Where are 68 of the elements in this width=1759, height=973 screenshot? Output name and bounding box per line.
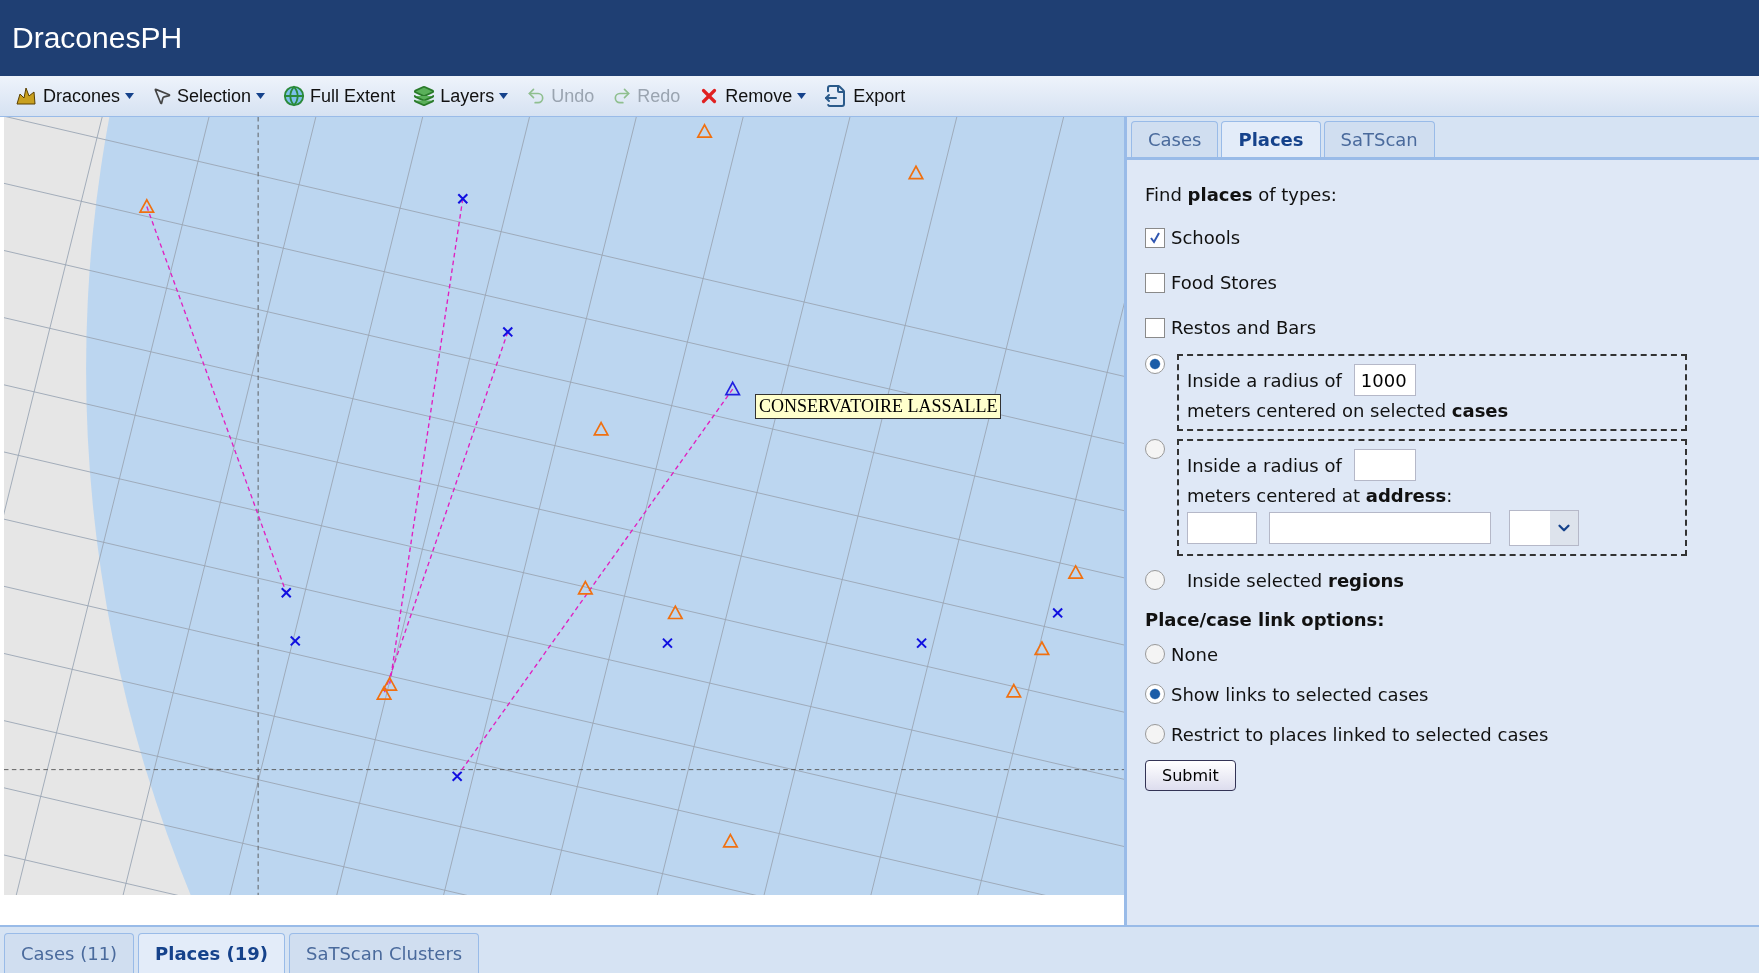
section-heading: Place/case link options:: [1145, 609, 1386, 630]
triangle-marker[interactable]: [375, 685, 393, 700]
triangle-marker[interactable]: [722, 832, 739, 848]
triangle-marker[interactable]: [1033, 640, 1051, 656]
cross-marker[interactable]: [916, 637, 928, 649]
triangle-marker[interactable]: [1005, 682, 1022, 698]
cross-marker[interactable]: [451, 770, 463, 782]
radius-field[interactable]: 1000: [1353, 364, 1416, 396]
panel-tab[interactable]: Cases: [1131, 121, 1219, 157]
cross-marker[interactable]: [280, 587, 292, 599]
cross-marker[interactable]: [289, 635, 301, 647]
panel-tab[interactable]: Places: [1221, 121, 1321, 157]
bottom-tab[interactable]: SaTScan Clusters: [289, 933, 480, 973]
toolbar-button[interactable]: Export: [818, 82, 912, 110]
toolbar-button[interactable]: Dracones: [8, 82, 141, 110]
panel-tab[interactable]: SaTScan: [1323, 121, 1435, 157]
checkbox-label: Restos and Bars: [1171, 317, 1317, 338]
radio-button[interactable]: [1145, 439, 1165, 459]
cross-marker[interactable]: [457, 193, 469, 205]
cross-marker[interactable]: [661, 637, 673, 649]
checkbox-label: Food Stores: [1171, 272, 1277, 293]
triangle-marker[interactable]: [696, 123, 713, 138]
triangle-marker[interactable]: [724, 380, 741, 396]
checkbox[interactable]: [1145, 272, 1165, 293]
radius-description: meters centered at address:: [1187, 485, 1454, 506]
radius-label: Inside a radius of: [1187, 369, 1342, 391]
dropdown-field[interactable]: [1509, 510, 1579, 546]
radio-label: None: [1171, 643, 1218, 665]
radio-label: Show links to selected cases: [1171, 683, 1429, 705]
radio-button[interactable]: [1145, 644, 1165, 664]
triangle-marker[interactable]: [592, 420, 610, 436]
cursor-icon: [152, 86, 173, 106]
cross-marker[interactable]: [502, 326, 514, 338]
checkbox[interactable]: [1145, 227, 1165, 248]
bottom-tab[interactable]: Places (19): [138, 933, 285, 973]
radio-label: Inside selected regions: [1187, 570, 1405, 591]
radius-field[interactable]: [1353, 449, 1416, 481]
app-title: DraconesPH: [12, 21, 183, 55]
toolbar-button[interactable]: Remove: [692, 83, 813, 109]
radio-button[interactable]: [1145, 684, 1165, 704]
toolbar-button[interactable]: Full Extent: [277, 83, 402, 109]
radio-button[interactable]: [1145, 724, 1165, 744]
radius-description: meters centered on selected cases: [1187, 400, 1510, 421]
triangle-marker[interactable]: [577, 579, 594, 595]
triangle-marker[interactable]: [381, 676, 398, 691]
radio-label: Restrict to places linked to selected cases: [1171, 723, 1549, 745]
address-street-field[interactable]: [1269, 512, 1491, 544]
radio-button[interactable]: [1145, 354, 1165, 374]
globe-icon: [283, 85, 306, 107]
cross-marker[interactable]: [1052, 607, 1064, 619]
form-intro: Find places of types:: [1145, 184, 1338, 205]
toolbar-button[interactable]: Layers: [407, 83, 515, 109]
checkbox[interactable]: [1145, 317, 1165, 338]
submit-button[interactable]: Submit: [1145, 760, 1236, 791]
map-tooltip: CONSERVATOIRE LASSALLE: [755, 394, 1002, 419]
toolbar-button[interactable]: Selection: [146, 83, 272, 109]
triangle-marker[interactable]: [1067, 564, 1084, 580]
bottom-tab[interactable]: Cases (11): [4, 933, 135, 973]
redo-icon: [612, 86, 633, 106]
triangle-marker[interactable]: [667, 604, 684, 620]
checkbox-label: Schools: [1171, 227, 1241, 248]
layers-icon: [413, 85, 436, 107]
checkmark-icon: [1149, 231, 1161, 244]
triangle-marker[interactable]: [138, 198, 155, 213]
radius-label: Inside a radius of: [1187, 454, 1342, 476]
triangle-marker[interactable]: [907, 164, 925, 180]
radio-button[interactable]: [1145, 570, 1165, 590]
address-number-field[interactable]: [1187, 512, 1257, 544]
